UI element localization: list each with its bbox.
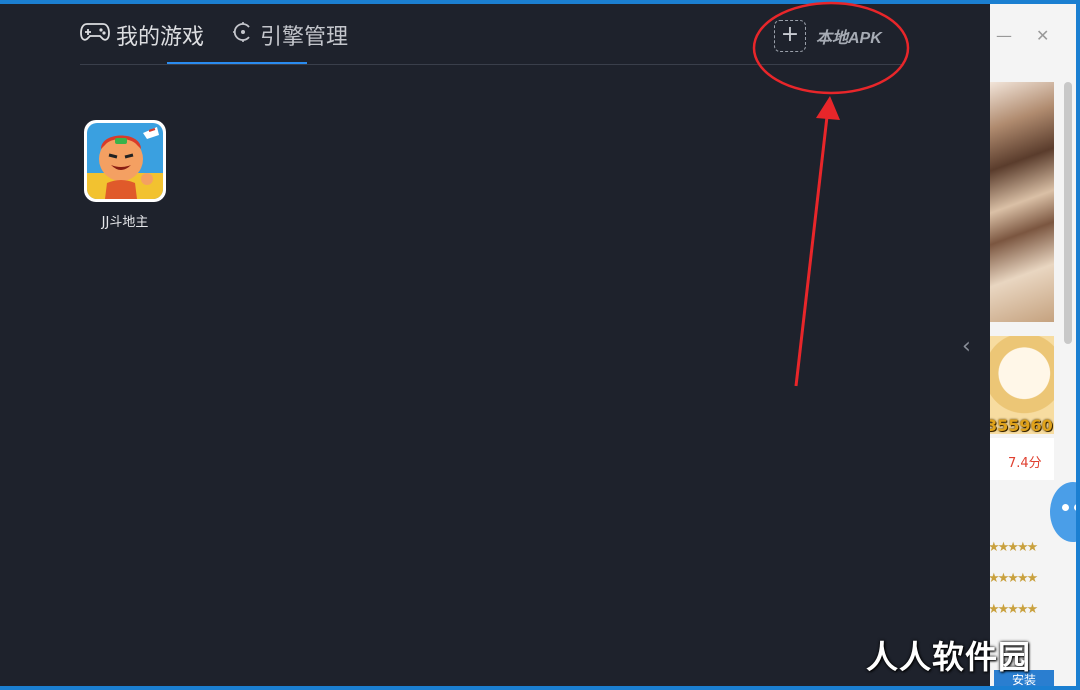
star-rating-icon: ★★★★★ <box>988 571 1038 586</box>
minimize-icon[interactable]: — <box>996 28 1012 44</box>
rating-text: 7.4分 <box>1008 456 1042 471</box>
star-rating-icon: ★★★★★ <box>988 602 1038 617</box>
tab-my-games[interactable]: 我的游戏 <box>80 18 204 52</box>
chevron-left-icon[interactable]: ‹ <box>962 334 971 359</box>
banner-image[interactable] <box>988 82 1054 322</box>
watermark: 人人软件园 <box>866 638 1032 676</box>
local-apk-button[interactable]: + 本地APK <box>774 20 882 52</box>
game-item[interactable]: JJ斗地主 <box>84 120 166 230</box>
star-rating-icon: ★★★★★ <box>988 540 1038 555</box>
engine-icon <box>232 21 254 49</box>
tab-label: 引擎管理 <box>260 25 349 50</box>
score-text: 355960 <box>986 416 1053 435</box>
close-icon[interactable]: ✕ <box>1036 28 1049 44</box>
game-app-icon <box>84 120 166 202</box>
tab-label: 我的游戏 <box>116 25 205 50</box>
tab-engine-management[interactable]: 引擎管理 <box>232 18 348 52</box>
game-name: JJ斗地主 <box>101 215 149 230</box>
assistant-mascot-icon[interactable] <box>1050 482 1076 542</box>
game-manager-panel: 我的游戏 引擎管理 + 本地APK JJ斗地主 ‹ <box>0 4 990 686</box>
header-divider <box>80 64 902 65</box>
local-apk-label: 本地APK <box>816 30 882 47</box>
add-icon: + <box>774 20 806 52</box>
scrollbar[interactable] <box>1064 82 1072 344</box>
gamepad-icon <box>80 21 110 49</box>
